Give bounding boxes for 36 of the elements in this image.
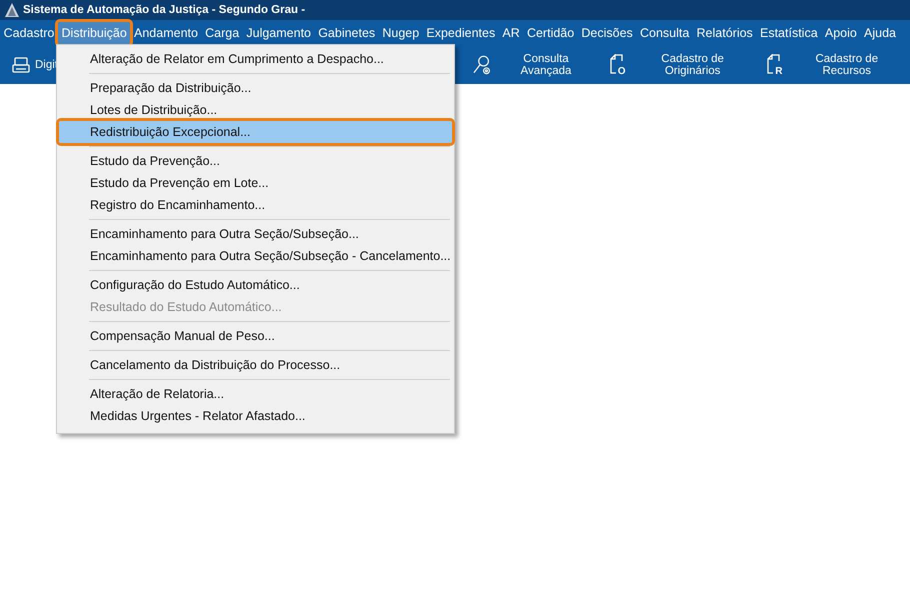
menu-item[interactable]: Estudo da Prevenção em Lote...	[59, 172, 452, 194]
menu-bar-item[interactable]: AR	[498, 22, 524, 44]
menu-bar-item[interactable]: Relatórios	[692, 22, 756, 44]
menu-item[interactable]: Cancelamento da Distribuição do Processo...	[59, 354, 452, 376]
menu-item[interactable]: Preparação da Distribuição...	[59, 77, 452, 99]
menu-item[interactable]: Registro do Encaminhamento...	[59, 194, 452, 216]
menu-bar-item[interactable]: Julgamento	[242, 22, 315, 44]
menu-bar-item[interactable]: Carga	[202, 22, 243, 44]
pyramid-logo-icon	[5, 3, 19, 17]
menu-item[interactable]: Alteração de Relator em Cumprimento a Despacho...	[59, 48, 452, 70]
menu-bar-item[interactable]: Apoio	[821, 22, 860, 44]
menu-item[interactable]: Medidas Urgentes - Relator Afastado...	[59, 405, 452, 427]
menu-bar-item[interactable]: Certidão	[523, 22, 578, 44]
menu-bar-item[interactable]: Distribuição	[58, 22, 130, 44]
menu-item[interactable]: Configuração do Estudo Automático...	[59, 274, 452, 296]
menu-bar-item[interactable]: Decisões	[578, 22, 636, 44]
menu-item[interactable]: Redistribuição Excepcional...	[59, 121, 452, 143]
menu-item[interactable]: Compensação Manual de Peso...	[59, 325, 452, 347]
window-title: Sistema de Automação da Justiça - Segundo Grau -	[23, 4, 306, 16]
menu-item[interactable]: Lotes de Distribuição...	[59, 99, 452, 121]
menu-bar-item[interactable]: Cadastro	[0, 22, 58, 44]
menu-item[interactable]: Encaminhamento para Outra Seção/Subseção - Cancelamento...	[59, 245, 452, 267]
menu-bar-item[interactable]: Andamento	[130, 22, 202, 44]
menu-bar-item[interactable]: Gabinetes	[314, 22, 379, 44]
toolbar-button[interactable]: O Cadastro de Originários	[602, 50, 760, 80]
toolbar-button[interactable]: R Cadastro de Recursos	[759, 50, 910, 80]
menu-bar-item[interactable]: Consulta	[636, 22, 693, 44]
scanner-icon	[12, 56, 30, 74]
menu-bar-item[interactable]: Ajuda	[860, 22, 900, 44]
menu-item[interactable]: Encaminhamento para Outra Seção/Subseção...	[59, 223, 452, 245]
menu-bar-item[interactable]: Nugep	[378, 22, 423, 44]
toolbar-button[interactable]: Consulta Avançada	[464, 50, 602, 80]
menu-bar-item[interactable]: Estatística	[756, 22, 822, 44]
menu-item[interactable]: Alteração de Relatoria...	[59, 383, 452, 405]
menu-item[interactable]: Estudo da Prevenção...	[59, 150, 452, 172]
menu-bar-item[interactable]: Expedientes	[422, 22, 499, 44]
